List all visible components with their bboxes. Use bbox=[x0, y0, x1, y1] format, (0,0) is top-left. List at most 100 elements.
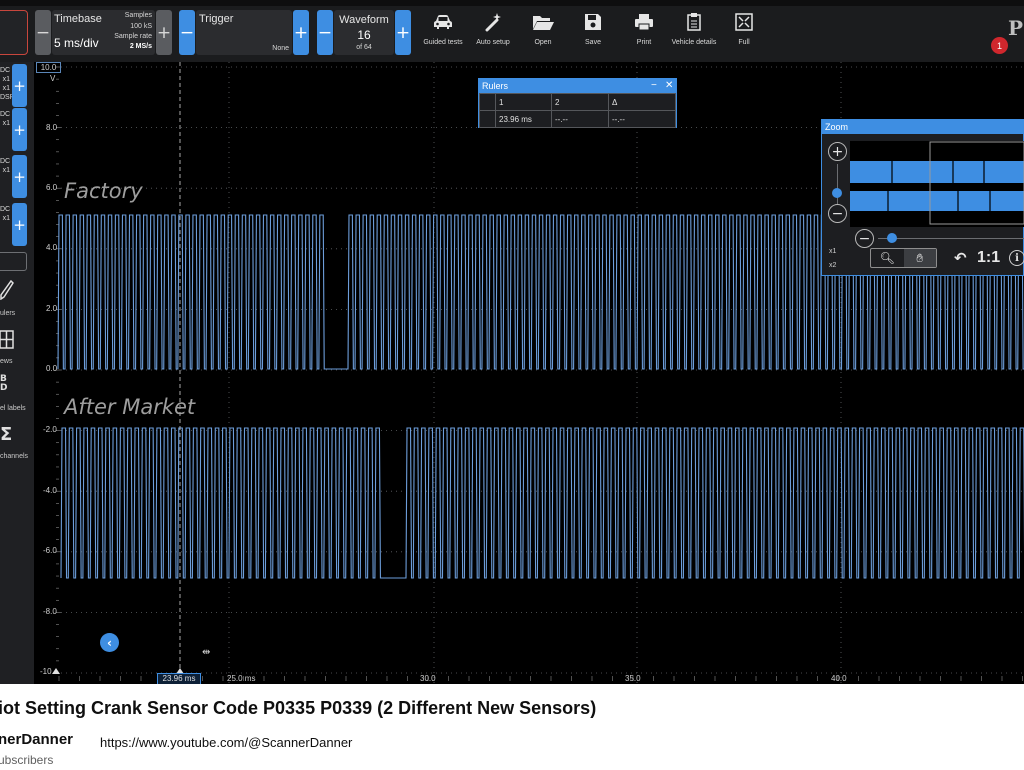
channel-name[interactable]: nerDanner bbox=[0, 731, 73, 748]
vehicle-details-button[interactable]: Vehicle details bbox=[666, 10, 722, 54]
zoom-window-titlebar[interactable]: Zoom bbox=[822, 120, 1024, 134]
ruler-drag-handle-icon[interactable]: ⇹ bbox=[202, 647, 210, 658]
hand-pan-icon[interactable]: ✋︎ bbox=[903, 249, 936, 267]
trigger-group[interactable]: Trigger None bbox=[196, 10, 292, 55]
samples-value: 100 kS bbox=[130, 23, 152, 30]
channel-a-settings: DC x1 x1 DSP bbox=[0, 67, 15, 101]
channel-d-expand-button[interactable]: + bbox=[12, 203, 27, 246]
notification-badge[interactable]: 1 bbox=[991, 37, 1008, 54]
close-icon[interactable]: ✕ bbox=[665, 79, 673, 93]
channel-a-expand-button[interactable]: + bbox=[12, 64, 27, 107]
rulers-window[interactable]: Rulers − ✕ 1 2 Δ 23.96 ms --.-- --.-- bbox=[478, 78, 677, 128]
magnifier-icon[interactable]: 🔍︎ bbox=[871, 249, 904, 267]
y-label: 4.0 bbox=[46, 243, 58, 252]
zoom-out-vertical-button[interactable]: − bbox=[828, 204, 847, 223]
rulers-header: 2 bbox=[551, 93, 609, 111]
zoom-window-title: Zoom bbox=[825, 122, 849, 132]
horizontal-zoom-slider-handle[interactable] bbox=[887, 233, 897, 243]
waveform-label-factory: Factory bbox=[64, 179, 143, 203]
channel-c[interactable]: DC x1 + bbox=[0, 155, 28, 198]
vertical-zoom-track[interactable] bbox=[837, 164, 838, 204]
print-label: Print bbox=[636, 39, 652, 46]
abcd-icon: BD bbox=[0, 374, 8, 393]
timebase-group[interactable]: Timebase 5 ms/div Samples 100 kS Sample … bbox=[52, 10, 155, 55]
waveform-label: Waveform bbox=[339, 14, 389, 26]
channel-panel: DC x1 x1 DSP + DC x1 + DC x1 + DC x1 + ulers e… bbox=[0, 62, 34, 684]
reset-zoom-button[interactable]: 1:1 bbox=[977, 249, 1000, 267]
grid-icon bbox=[0, 330, 14, 349]
ruler-time-readout: 23.96 ms bbox=[157, 673, 201, 684]
y-label: -2.0 bbox=[43, 425, 57, 434]
waveform-group[interactable]: Waveform 16 of 64 bbox=[334, 10, 394, 55]
zoom-out-horizontal-button[interactable]: − bbox=[855, 229, 874, 248]
waveform-total: of 64 bbox=[356, 44, 372, 51]
vertical-zoom-slider-handle[interactable] bbox=[832, 188, 842, 198]
add-channel-box[interactable] bbox=[0, 252, 27, 271]
trigger-mode: None bbox=[272, 45, 289, 52]
zoom-overview-trace-2 bbox=[850, 191, 1024, 211]
zoom-x1-label: x1 bbox=[829, 248, 837, 255]
waveform-previous-button[interactable]: − bbox=[317, 10, 333, 55]
channel-labels-tool-label: el labels bbox=[0, 405, 26, 412]
save-label: Save bbox=[585, 39, 601, 46]
rulers-tool-label: ulers bbox=[0, 310, 16, 317]
zoom-mode-toggle[interactable]: 🔍︎ ✋︎ bbox=[870, 248, 937, 268]
channel-b-expand-button[interactable]: + bbox=[12, 108, 27, 151]
timebase-value: 5 ms/div bbox=[54, 36, 99, 50]
subscriber-count: ubscribers bbox=[0, 753, 54, 767]
clipboard-icon bbox=[687, 13, 701, 31]
info-icon[interactable]: i bbox=[1009, 250, 1024, 266]
horizontal-zoom-track[interactable] bbox=[878, 238, 1024, 239]
y-label: -4.0 bbox=[43, 486, 57, 495]
rulers-table: 1 2 Δ 23.96 ms --.-- --.-- bbox=[479, 93, 676, 128]
y-label: 2.0 bbox=[46, 304, 58, 313]
waveform-next-button[interactable]: + bbox=[395, 10, 411, 55]
waveform-label-aftermarket: After Market bbox=[64, 395, 196, 419]
rulers-value: --.-- bbox=[608, 110, 676, 128]
rulers-header: Δ bbox=[608, 93, 676, 111]
y-label: -8.0 bbox=[43, 607, 57, 616]
full-screen-button[interactable]: Full bbox=[716, 10, 772, 54]
channel-overflow-box[interactable] bbox=[0, 10, 28, 55]
channel-a[interactable]: DC x1 x1 DSP + bbox=[0, 64, 28, 107]
y-label: 8.0 bbox=[46, 123, 58, 132]
zoom-overview-plot bbox=[850, 141, 1024, 225]
trigger-increase-button[interactable]: + bbox=[293, 10, 309, 55]
views-tool-label: ews bbox=[0, 358, 13, 365]
zoom-overview-trace-1 bbox=[850, 161, 1024, 183]
printer-icon bbox=[635, 14, 653, 31]
channel-c-settings: DC x1 bbox=[0, 158, 11, 174]
zoom-window[interactable]: Zoom + − − x1 x2 🔍︎ ✋︎ ↶ 1:1 i bbox=[821, 119, 1024, 276]
rulers-header: 1 bbox=[495, 93, 552, 111]
open-button[interactable]: Open bbox=[515, 10, 571, 54]
zoom-in-vertical-button[interactable]: + bbox=[828, 142, 847, 161]
guided-tests-label: Guided tests bbox=[423, 39, 463, 46]
timebase-increase-button[interactable]: + bbox=[156, 10, 172, 55]
channel-d[interactable]: DC x1 + bbox=[0, 203, 28, 246]
channel-c-expand-button[interactable]: + bbox=[12, 155, 27, 198]
bottom-marker-left[interactable] bbox=[52, 668, 60, 674]
rulers-value: 23.96 ms bbox=[495, 110, 552, 128]
trigger-decrease-button[interactable]: − bbox=[179, 10, 195, 55]
folder-open-icon bbox=[533, 16, 554, 30]
channel-b[interactable]: DC x1 + bbox=[0, 108, 28, 151]
fullscreen-icon bbox=[735, 13, 753, 31]
print-button[interactable]: Print bbox=[616, 10, 672, 54]
y-label: -10 bbox=[40, 667, 52, 676]
timebase-decrease-button[interactable]: − bbox=[35, 10, 51, 55]
auto-setup-button[interactable]: Auto setup bbox=[465, 10, 521, 54]
vehicle-details-label: Vehicle details bbox=[671, 39, 717, 46]
scale-top-value[interactable]: 10.0 bbox=[36, 62, 61, 73]
undo-zoom-icon[interactable]: ↶ bbox=[954, 249, 967, 267]
zoom-overview[interactable] bbox=[850, 141, 1024, 227]
save-button[interactable]: Save bbox=[565, 10, 621, 54]
sample-rate-label: Sample rate bbox=[114, 33, 152, 40]
channel-b-settings: DC x1 bbox=[0, 111, 11, 127]
rulers-window-titlebar[interactable]: Rulers − ✕ bbox=[479, 79, 676, 93]
scroll-left-button[interactable]: ‹ bbox=[100, 633, 119, 652]
video-title: iot Setting Crank Sensor Code P0335 P033… bbox=[0, 698, 597, 718]
minimize-icon[interactable]: − bbox=[651, 79, 657, 93]
channel-url[interactable]: https://www.youtube.com/@ScannerDanner bbox=[100, 735, 352, 750]
pencil-icon bbox=[0, 280, 14, 300]
guided-tests-button[interactable]: Guided tests bbox=[415, 10, 471, 54]
